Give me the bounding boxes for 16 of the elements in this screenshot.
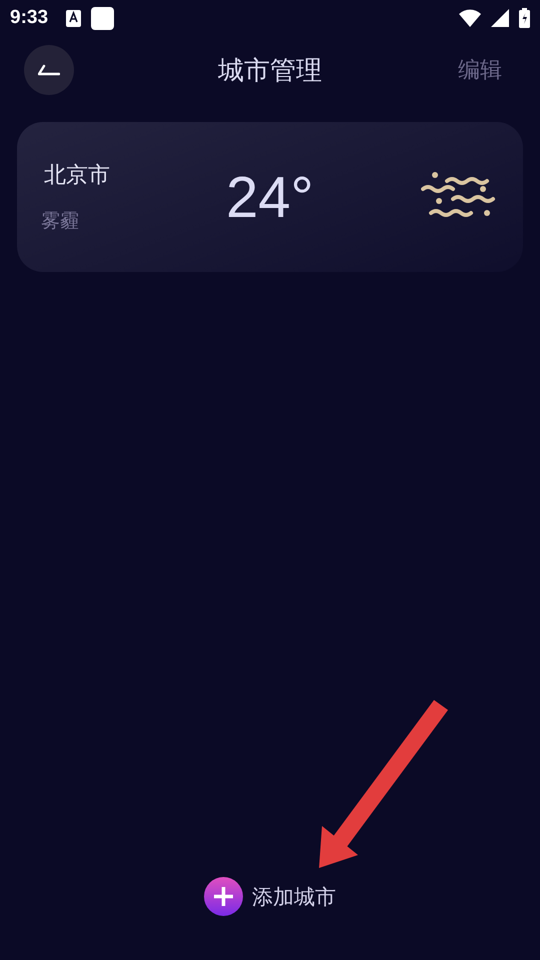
temperature: 24° (226, 164, 314, 230)
city-card[interactable]: 北京市 雾霾 24° (17, 122, 523, 272)
plus-icon (204, 877, 243, 916)
status-time: 9:33 (10, 7, 48, 29)
battery-icon (519, 8, 530, 28)
edit-button[interactable]: 编辑 (458, 55, 516, 85)
city-name: 北京市 (43, 162, 111, 190)
back-button[interactable] (24, 45, 74, 95)
signal-icon (491, 9, 509, 27)
weather-condition: 雾霾 (41, 209, 80, 234)
text-icon (66, 10, 82, 26)
wifi-icon (459, 9, 481, 27)
page-title: 城市管理 (218, 56, 322, 86)
add-city-button[interactable]: 添加城市 (204, 877, 336, 916)
notification-icon (91, 6, 114, 30)
back-arrow-icon (38, 64, 60, 76)
